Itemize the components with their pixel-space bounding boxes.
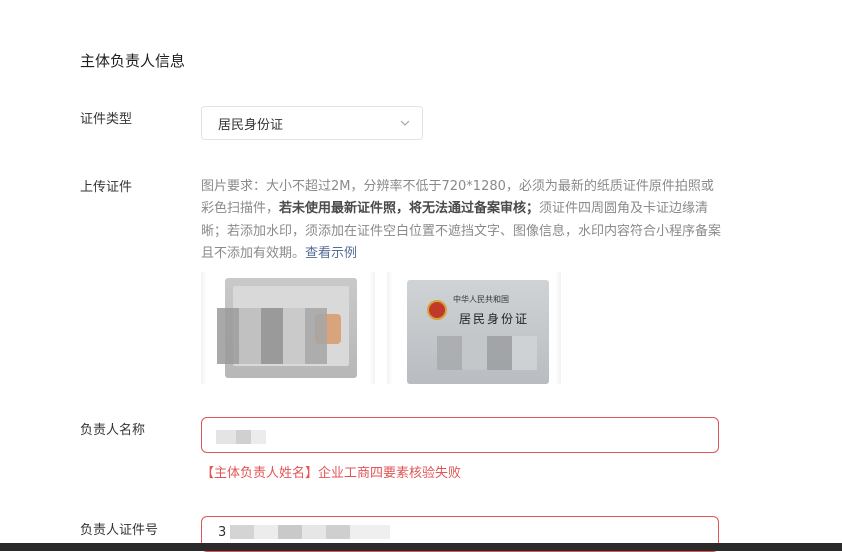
mosaic-blur [217,308,327,364]
id-number-value: 3 [218,525,227,540]
name-error-message: 【主体负责人姓名】企业工商四要素核验失败 [201,466,462,481]
name-input[interactable] [201,417,719,453]
upload-label: 上传证件 [80,180,133,195]
hint-warning: 若未使用最新证件照，将无法通过备案审核； [279,201,540,217]
name-label: 负责人名称 [80,423,146,438]
id-front-thumbnail[interactable] [201,272,375,384]
mosaic-blur [230,525,390,539]
cert-type-label: 证件类型 [80,112,133,127]
taskbar [0,543,842,551]
id-number-label: 负责人证件号 [80,523,159,538]
card-title-text: 居民身份证 [459,312,530,326]
cert-type-select[interactable]: 居民身份证 [201,106,423,140]
view-example-link[interactable]: 查看示例 [305,246,357,261]
id-card-photo-side [217,278,357,378]
section-title: 主体负责人信息 [80,52,186,70]
id-card-emblem-side: 中华人民共和国 居民身份证 [407,280,549,384]
id-back-thumbnail[interactable]: 中华人民共和国 居民身份证 [387,272,561,384]
card-country-text: 中华人民共和国 [453,295,509,304]
mosaic-blur [216,430,266,444]
cert-type-value: 居民身份证 [218,117,284,133]
chevron-down-icon [400,120,410,126]
mosaic-blur [437,336,537,370]
upload-hint: 图片要求：大小不超过2M，分辨率不低于720*1280，必须为最新的纸质证件原件… [201,176,721,265]
national-emblem-icon [427,300,447,320]
